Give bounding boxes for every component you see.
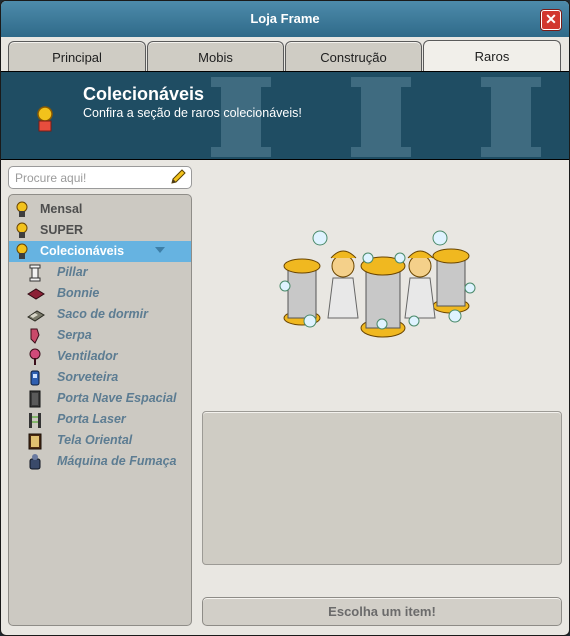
cherub-left (327, 250, 359, 319)
pillar-decoration (351, 77, 411, 157)
serpa-icon (30, 328, 40, 344)
close-icon: ✕ (545, 11, 557, 27)
category-mensal[interactable]: Mensal (9, 199, 191, 220)
subcategory-label: Tela Oriental (57, 433, 133, 447)
tab-bar: Principal Mobis Construção Raros (1, 37, 569, 72)
pillar-icon (29, 264, 41, 282)
search-placeholder: Procure aqui! (15, 171, 87, 185)
subcategory-ventilador[interactable]: Ventilador (9, 346, 191, 367)
category-super[interactable]: SUPER (9, 220, 191, 241)
golden-pillar-right (432, 248, 470, 314)
close-button[interactable]: ✕ (541, 10, 561, 30)
subcategory-maquina-de-fumaca[interactable]: Máquina de Fumaça (9, 451, 191, 472)
oriental-screen-icon (28, 433, 42, 450)
banner-title: Colecionáveis (83, 84, 205, 104)
fan-icon (29, 348, 41, 365)
ice-cream-machine-icon (30, 370, 40, 386)
subcategory-porta-nave-espacial[interactable]: Porta Nave Espacial (9, 388, 191, 409)
banner-subtitle: Confira a seção de raros colecionáveis! (83, 106, 302, 120)
laser-door-icon (29, 413, 41, 428)
subcategory-label: Ventilador (57, 349, 118, 363)
category-banner: Colecionáveis Confira a seção de raros c… (1, 71, 569, 160)
subcategory-label: Serpa (57, 328, 92, 342)
medal-icon (16, 222, 28, 238)
subcategory-pillar[interactable]: Pillar (9, 262, 191, 283)
golden-pillar-left (283, 258, 321, 326)
item-preview (200, 166, 562, 406)
subcategory-bonnie[interactable]: Bonnie (9, 283, 191, 304)
category-list: Mensal SUPER Colecionáveis Pillar Bonnie… (8, 194, 192, 626)
choose-item-button[interactable]: Escolha um item! (202, 597, 562, 626)
item-info-panel (202, 411, 562, 565)
chevron-down-icon[interactable] (155, 247, 165, 253)
subcategory-label: Saco de dormir (57, 307, 148, 321)
subcategory-porta-laser[interactable]: Porta Laser (9, 409, 191, 430)
window-title: Loja Frame (250, 11, 320, 26)
tab-construcao[interactable]: Construção (285, 41, 422, 71)
medal-icon (37, 106, 53, 132)
tab-raros[interactable]: Raros (423, 40, 561, 72)
medal-icon (16, 243, 28, 259)
subcategory-serpa[interactable]: Serpa (9, 325, 191, 346)
category-label: Colecionáveis (40, 244, 125, 258)
pillar-decoration (481, 77, 541, 157)
tab-mobis[interactable]: Mobis (147, 41, 284, 71)
collectibles-preview-image (279, 230, 476, 338)
catalog-window: Loja Frame ✕ Principal Mobis Construção … (0, 0, 570, 636)
title-bar[interactable]: Loja Frame ✕ (1, 1, 569, 38)
cherub-right (404, 250, 436, 319)
subcategory-label: Bonnie (57, 286, 100, 300)
tab-principal[interactable]: Principal (8, 41, 146, 71)
space-door-icon (29, 390, 41, 408)
subcategory-label: Sorveteira (57, 370, 119, 384)
category-label: Mensal (40, 202, 83, 216)
subcategory-tela-oriental[interactable]: Tela Oriental (9, 430, 191, 451)
bonnie-icon (27, 288, 45, 300)
category-label: SUPER (40, 223, 84, 237)
smoke-machine-icon (29, 454, 41, 470)
medal-icon (16, 201, 28, 217)
search-input[interactable]: Procure aqui! (8, 166, 192, 189)
pencil-icon[interactable] (169, 168, 187, 186)
subcategory-label: Máquina de Fumaça (57, 454, 177, 468)
category-colecionaveis[interactable]: Colecionáveis (9, 241, 191, 262)
subcategory-label: Pillar (57, 265, 88, 279)
sleeping-bag-icon (27, 310, 45, 322)
subcategory-saco-de-dormir[interactable]: Saco de dormir (9, 304, 191, 325)
subcategory-sorveteira[interactable]: Sorveteira (9, 367, 191, 388)
subcategory-label: Porta Nave Espacial (57, 391, 177, 405)
subcategory-label: Porta Laser (57, 412, 126, 426)
